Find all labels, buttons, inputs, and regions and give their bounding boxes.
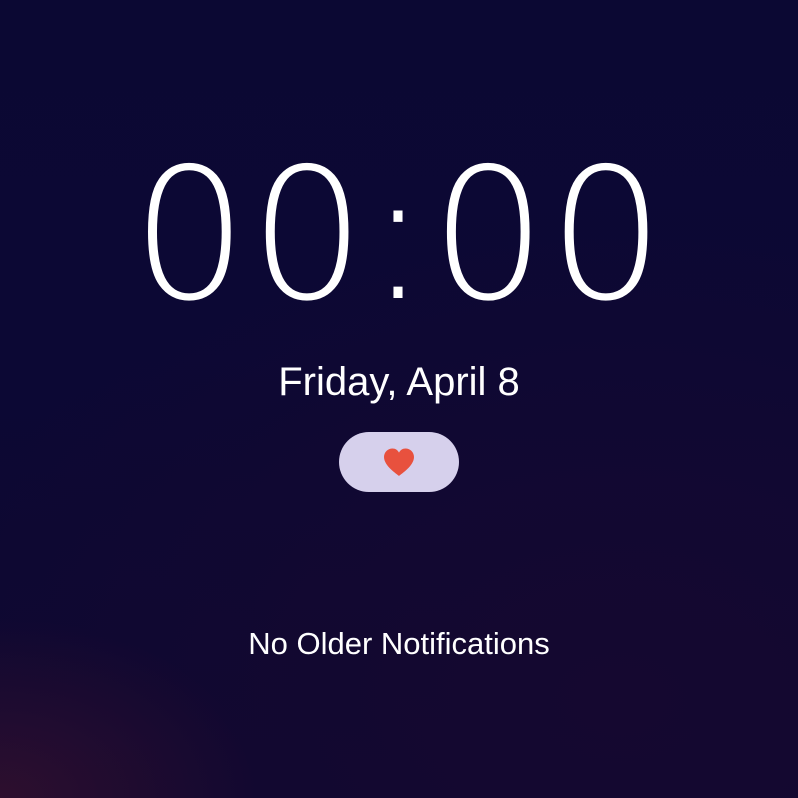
lock-screen-date: Friday, April 8 (278, 360, 520, 404)
no-older-notifications-label: No Older Notifications (248, 626, 550, 661)
health-widget-button[interactable] (339, 432, 459, 492)
lock-screen-clock: 00:00 (131, 129, 667, 341)
heart-icon (384, 448, 414, 476)
